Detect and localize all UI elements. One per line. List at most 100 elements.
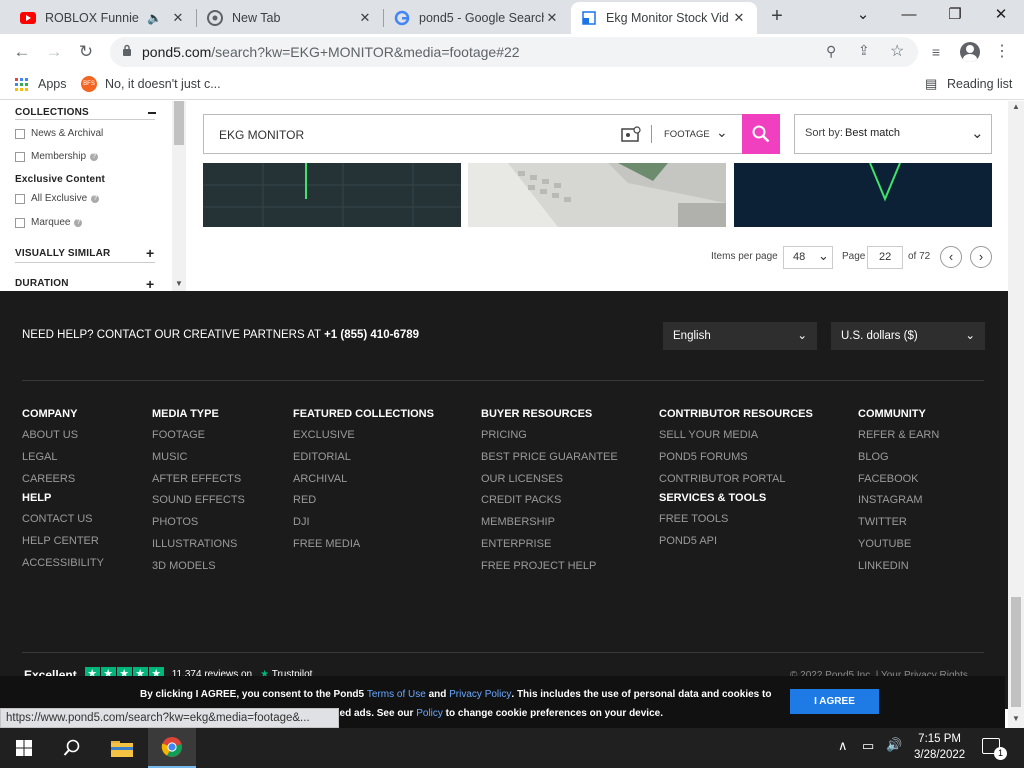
visually-similar-heading[interactable]: VISUALLY SIMILAR [15, 248, 110, 259]
footer-link[interactable]: OUR LICENSES [481, 471, 618, 493]
tab-roblox[interactable]: ROBLOX Funniest M 🔈 ✕ [10, 2, 196, 34]
filter-membership[interactable]: Membership? [15, 151, 99, 162]
filter-news-archival[interactable]: News & Archival [15, 128, 103, 139]
footer-link[interactable]: ARCHIVAL [293, 471, 434, 493]
sidebar-scrollbar[interactable]: ▼ [172, 101, 186, 291]
chevron-down-icon[interactable]: ⌄ [716, 124, 728, 141]
media-control-icon[interactable]: ≡ [926, 42, 946, 62]
page-scrollbar[interactable]: ▲ ▼ [1008, 101, 1024, 728]
search-button[interactable] [742, 114, 780, 154]
footer-link[interactable]: ACCESSIBILITY [22, 555, 104, 577]
currency-select[interactable]: U.S. dollars ($) ⌄ [831, 322, 985, 350]
result-thumbnail[interactable] [203, 163, 461, 227]
clock[interactable]: 7:15 PM 3/28/2022 [914, 731, 965, 763]
footer-link[interactable]: BEST PRICE GUARANTEE [481, 449, 618, 471]
share-icon[interactable]: ⇪ [858, 42, 870, 59]
footer-link[interactable]: MUSIC [152, 449, 245, 471]
scroll-up-icon[interactable]: ▲ [1012, 102, 1020, 111]
checkbox[interactable] [15, 128, 25, 139]
tab-ekg-monitor[interactable]: Ekg Monitor Stock Vid ✕ [571, 2, 757, 34]
reload-button[interactable]: ↻ [76, 42, 96, 62]
next-page-button[interactable]: › [970, 246, 992, 268]
help-icon[interactable]: ? [74, 218, 83, 227]
language-select[interactable]: English ⌄ [663, 322, 817, 350]
footer-link[interactable]: EXCLUSIVE [293, 427, 434, 449]
expand-icon[interactable]: + [146, 276, 154, 292]
media-type-select[interactable]: FOOTAGE [664, 129, 710, 140]
footer-link[interactable]: TWITTER [858, 514, 939, 536]
footer-link[interactable]: LEGAL [22, 449, 104, 471]
checkbox[interactable] [15, 151, 25, 162]
minimize-button[interactable]: — [886, 0, 932, 32]
bookmark-item[interactable]: No, it doesn't just c... [105, 77, 221, 91]
bookmark-apps[interactable]: Apps [38, 77, 67, 91]
footer-link[interactable]: FREE MEDIA [293, 536, 434, 558]
footer-link[interactable]: PHOTOS [152, 514, 245, 536]
policy-link[interactable]: Policy [416, 708, 443, 719]
footer-link[interactable]: REFER & EARN [858, 427, 939, 449]
footer-link[interactable]: DJI [293, 514, 434, 536]
footer-link[interactable]: SOUND EFFECTS [152, 492, 245, 514]
footer-link[interactable]: POND5 FORUMS [659, 449, 813, 471]
show-hidden-icons[interactable]: ∧ [838, 738, 848, 754]
footer-link[interactable]: CONTACT US [22, 511, 104, 533]
footer-link[interactable]: INSTAGRAM [858, 492, 939, 514]
lock-icon[interactable] [122, 44, 132, 60]
omnibox[interactable]: pond5.com/search?kw=EKG+MONITOR&media=fo… [110, 37, 918, 67]
forward-button[interactable]: → [44, 42, 64, 62]
chrome-taskbar-button[interactable] [148, 728, 196, 768]
footer-link[interactable]: SELL YOUR MEDIA [659, 427, 813, 449]
back-button[interactable]: ← [12, 42, 32, 62]
help-phone[interactable]: +1 (855) 410-6789 [324, 329, 419, 341]
footer-link[interactable]: EDITORIAL [293, 449, 434, 471]
new-tab-button[interactable]: + [766, 6, 788, 28]
footer-link[interactable]: MEMBERSHIP [481, 514, 618, 536]
footer-link[interactable]: ENTERPRISE [481, 536, 618, 558]
terms-link[interactable]: Terms of Use [367, 689, 426, 700]
footer-link[interactable]: HELP CENTER [22, 533, 104, 555]
close-tab-icon[interactable]: ✕ [544, 10, 560, 26]
footer-link[interactable]: CONTRIBUTOR PORTAL [659, 471, 813, 493]
footer-link[interactable]: AFTER EFFECTS [152, 471, 245, 493]
close-tab-icon[interactable]: ✕ [357, 10, 373, 26]
footer-link[interactable]: RED [293, 492, 434, 514]
footer-link[interactable]: FREE PROJECT HELP [481, 558, 618, 580]
scroll-down-icon[interactable]: ▼ [1012, 714, 1020, 723]
restore-button[interactable]: ❐ [932, 0, 978, 32]
tab-google-search[interactable]: pond5 - Google Search ✕ [384, 2, 570, 34]
network-icon[interactable]: ▭ [862, 738, 874, 754]
close-window-button[interactable]: ✕ [978, 0, 1024, 32]
duration-heading[interactable]: DURATION [15, 278, 69, 289]
footer-link[interactable]: PRICING [481, 427, 618, 449]
taskbar-search-button[interactable] [48, 728, 96, 768]
filter-all-exclusive[interactable]: All Exclusive? [15, 193, 100, 204]
footer-link[interactable]: FOOTAGE [152, 427, 245, 449]
close-tab-icon[interactable]: ✕ [170, 10, 186, 26]
footer-link[interactable]: LINKEDIN [858, 558, 939, 580]
profile-avatar-icon[interactable] [960, 42, 980, 62]
menu-kebab-icon[interactable]: ⋮ [992, 42, 1012, 62]
tab-new-tab[interactable]: New Tab ✕ [197, 2, 383, 34]
reading-list[interactable]: Reading list [947, 77, 1012, 91]
tab-search-chevron-icon[interactable]: ⌄ [840, 0, 886, 32]
start-button[interactable] [0, 728, 48, 768]
footer-link[interactable]: CAREERS [22, 471, 104, 493]
filter-marquee[interactable]: Marquee? [15, 217, 83, 228]
footer-link[interactable]: CREDIT PACKS [481, 492, 618, 514]
image-search-icon[interactable] [621, 126, 641, 145]
footer-link[interactable]: FACEBOOK [858, 471, 939, 493]
expand-icon[interactable]: + [146, 245, 154, 261]
page-input[interactable]: 22 [867, 246, 903, 269]
i-agree-button[interactable]: I AGREE [790, 689, 879, 714]
reading-list-icon[interactable]: ▤ [925, 76, 937, 92]
footer-link[interactable]: FREE TOOLS [659, 511, 813, 533]
zoom-icon[interactable]: ⚲ [826, 43, 836, 60]
volume-icon[interactable]: 🔊 [886, 737, 902, 753]
bookmark-star-icon[interactable]: ☆ [890, 41, 904, 61]
prev-page-button[interactable]: ‹ [940, 246, 962, 268]
close-tab-icon[interactable]: ✕ [731, 10, 747, 26]
sort-dropdown[interactable]: Sort by: Best match ⌄ [794, 114, 992, 154]
footer-link[interactable]: ABOUT US [22, 427, 104, 449]
result-thumbnail[interactable] [734, 163, 992, 227]
help-icon[interactable]: ? [91, 194, 100, 203]
